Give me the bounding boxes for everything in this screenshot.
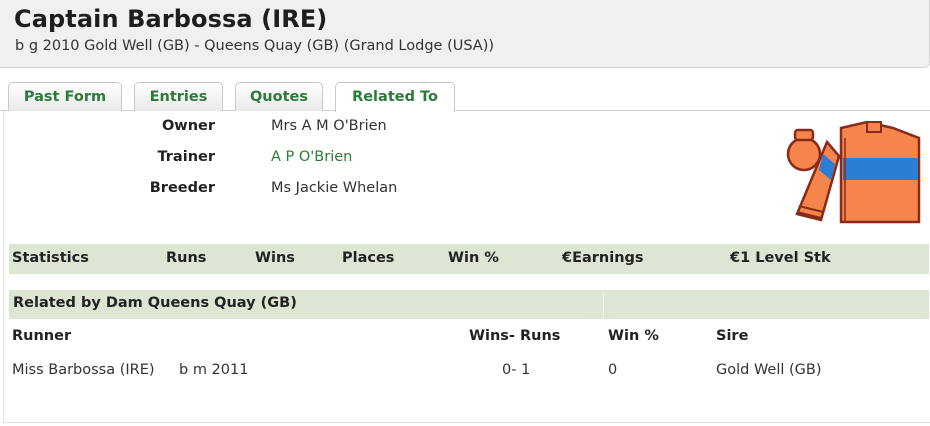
breeder-label: Breeder — [149, 180, 215, 196]
stats-col-earnings: €Earnings — [562, 250, 644, 266]
tab-bar: Past Form Entries Quotes Related To — [0, 82, 930, 112]
runner-link[interactable]: Miss Barbossa (IRE) — [12, 362, 155, 378]
related-dam-header: Related by Dam Queens Quay (GB) — [9, 290, 929, 319]
horse-name: Captain Barbossa (IRE) — [14, 5, 328, 33]
stats-col-places: Places — [342, 250, 395, 266]
related-dam-title: Related by Dam Queens Quay (GB) — [13, 295, 297, 311]
stats-col-level-stake: €1 Level Stk — [730, 250, 831, 266]
stats-col-statistics: Statistics — [12, 250, 89, 266]
col-runner: Runner — [12, 328, 72, 344]
col-win-pct: Win % — [608, 328, 659, 344]
stats-col-wins: Wins — [255, 250, 295, 266]
owner-value: Mrs A M O'Brien — [271, 118, 387, 134]
sire-link[interactable]: Gold Well (GB) — [716, 362, 822, 378]
stats-col-runs: Runs — [166, 250, 207, 266]
col-wins-runs: Wins- Runs — [469, 328, 561, 344]
jockey-silks-icon — [783, 118, 923, 230]
trainer-label: Trainer — [157, 149, 215, 165]
related-bar-divider — [603, 290, 604, 319]
breeder-value: Ms Jackie Whelan — [271, 180, 398, 196]
tab-past-form[interactable]: Past Form — [8, 82, 122, 111]
tab-related-to[interactable]: Related To — [335, 82, 455, 112]
runner-details: b m 2011 — [179, 362, 249, 378]
horse-header: Captain Barbossa (IRE) b g 2010 Gold Wel… — [0, 0, 930, 68]
stats-col-win-pct: Win % — [448, 250, 499, 266]
owner-label: Owner — [161, 118, 215, 134]
col-sire: Sire — [716, 328, 749, 344]
tab-quotes[interactable]: Quotes — [235, 82, 323, 111]
horse-pedigree: b g 2010 Gold Well (GB) - Queens Quay (G… — [15, 38, 495, 54]
statistics-header-row: Statistics Runs Wins Places Win % €Earni… — [9, 244, 929, 274]
runner-win-pct: 0 — [608, 362, 618, 378]
trainer-link[interactable]: A P O'Brien — [271, 149, 352, 165]
runner-wins-runs: 0- 1 — [502, 362, 531, 378]
tab-entries[interactable]: Entries — [134, 82, 223, 111]
